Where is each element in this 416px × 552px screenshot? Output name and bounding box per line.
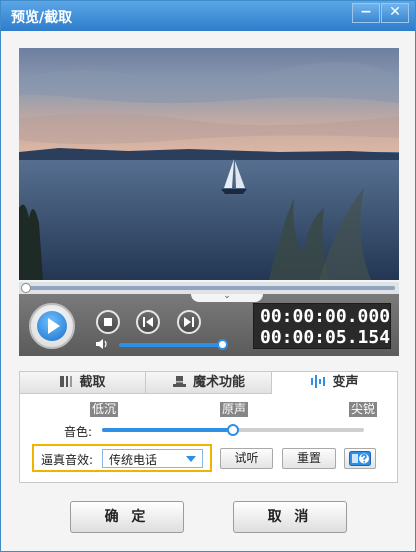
close-button[interactable]: ✕ xyxy=(381,3,409,23)
current-time: 00:00:00.000 xyxy=(260,306,391,327)
waveform-icon xyxy=(311,375,326,388)
video-preview xyxy=(19,48,399,280)
tab-panel: 截取 魔术功能 变声 低沉 原声 尖锐 音色: 逼真音效: 传统电话 试听 重置 xyxy=(19,371,398,483)
stop-button[interactable] xyxy=(96,310,120,334)
video-frame-image xyxy=(19,48,399,280)
cancel-button[interactable]: 取 消 xyxy=(233,501,347,533)
window-title: 预览/截取 xyxy=(11,10,73,26)
tab-bar: 截取 魔术功能 变声 xyxy=(20,372,397,394)
time-display: 00:00:00.000 00:00:05.154 xyxy=(253,303,391,349)
next-frame-button[interactable] xyxy=(177,310,201,334)
play-button[interactable] xyxy=(29,303,75,349)
seek-handle[interactable] xyxy=(21,283,31,293)
title-bar[interactable]: 预览/截取 − ✕ xyxy=(1,1,415,31)
preview-trim-window: 预览/截取 − ✕ ⌄ 00:00:00.000 00:00:05.154 截取… xyxy=(0,0,416,552)
tab-voice-change[interactable]: 变声 xyxy=(272,372,397,394)
pitch-high-label: 尖锐 xyxy=(349,402,378,417)
preview-button[interactable]: 试听 xyxy=(220,448,273,469)
tab-trim[interactable]: 截取 xyxy=(20,372,146,394)
pitch-original-label: 原声 xyxy=(220,402,249,417)
tone-label: 音色: xyxy=(64,425,93,439)
effect-dropdown[interactable]: 传统电话 xyxy=(102,449,203,468)
play-icon xyxy=(37,311,67,341)
pitch-low-label: 低沉 xyxy=(90,402,119,417)
tab-voice-label: 变声 xyxy=(332,375,359,390)
reset-button[interactable]: 重置 xyxy=(282,448,336,469)
chevron-down-icon: ⌄ xyxy=(223,291,231,301)
seek-track[interactable] xyxy=(23,286,395,290)
volume-handle[interactable] xyxy=(217,339,229,350)
volume-slider[interactable] xyxy=(119,343,227,347)
tab-trim-label: 截取 xyxy=(79,375,106,390)
collapse-toggle[interactable]: ⌄ xyxy=(191,291,263,302)
volume-icon[interactable] xyxy=(95,338,109,350)
effect-selected-value: 传统电话 xyxy=(109,453,158,467)
trim-icon xyxy=(60,376,73,387)
tone-slider-fill xyxy=(102,428,233,432)
minimize-button[interactable]: − xyxy=(352,3,380,23)
ok-button[interactable]: 确 定 xyxy=(70,501,184,533)
magic-hat-icon xyxy=(172,376,186,387)
total-time: 00:00:05.154 xyxy=(260,327,391,348)
tab-magic-functions[interactable]: 魔术功能 xyxy=(146,372,272,394)
tone-slider-handle[interactable] xyxy=(227,424,239,436)
previous-frame-button[interactable] xyxy=(136,310,160,334)
playback-controls: ⌄ 00:00:00.000 00:00:05.154 xyxy=(19,291,399,356)
tab-magic-label: 魔术功能 xyxy=(192,375,245,390)
effect-group: 逼真音效: 传统电话 xyxy=(32,444,212,472)
dropdown-arrow-icon xyxy=(186,456,196,462)
effect-label: 逼真音效: xyxy=(41,453,94,467)
help-icon xyxy=(349,451,371,466)
stop-icon xyxy=(104,318,112,326)
help-button[interactable] xyxy=(344,448,376,469)
